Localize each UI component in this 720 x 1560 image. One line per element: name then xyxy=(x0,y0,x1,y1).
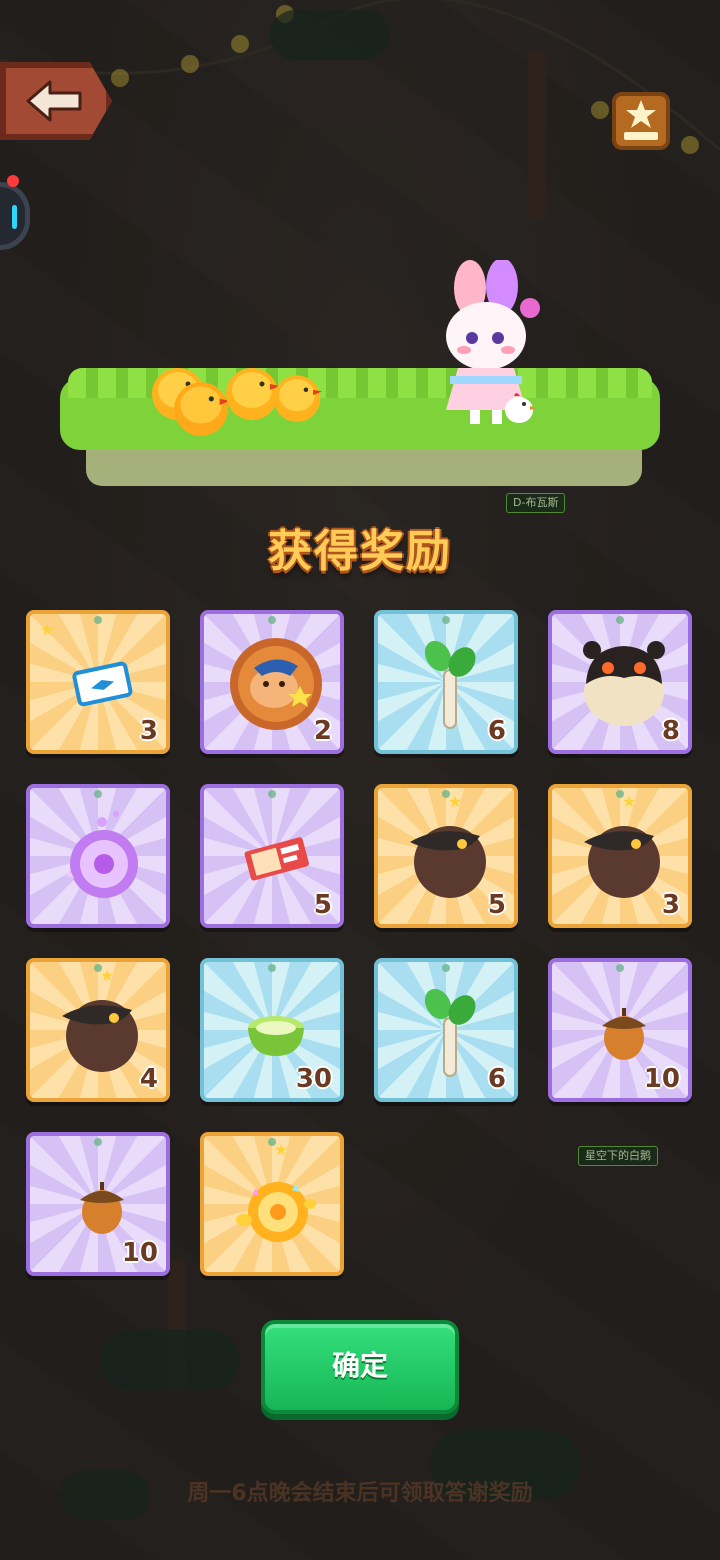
reward-count: 10 xyxy=(643,1064,680,1094)
beast-egg-icon xyxy=(583,641,665,726)
chick-icon xyxy=(174,382,230,436)
footer-note: 周一6点晚会结束后可领取答谢奖励 xyxy=(187,1481,533,1506)
reward-card: 10 xyxy=(26,1132,170,1276)
reward-count: 30 xyxy=(295,1064,332,1094)
chick-icon xyxy=(273,375,322,422)
bear-coin-icon xyxy=(230,638,322,730)
reward-card: 5 xyxy=(200,784,344,928)
reward-card: 6 xyxy=(374,958,518,1102)
reward-card: ★ 4 xyxy=(26,958,170,1102)
reward-count: 3 xyxy=(139,716,158,746)
indicator-bar-icon xyxy=(12,205,17,229)
reward-card: 6 xyxy=(374,610,518,754)
golden-orb-icon xyxy=(236,1182,316,1242)
reward-card: ★ 5 xyxy=(374,784,518,928)
stage-base xyxy=(86,444,642,486)
reward-card: 2 xyxy=(200,610,344,754)
white-bird-icon xyxy=(505,393,536,423)
reward-card: ★ 3 xyxy=(26,610,170,754)
reward-grid: ★ 3 2 6 8 5 ★ 5 ★ 3 ★ 4 30 6 10 10 ★ xyxy=(26,610,696,1280)
crow-egg-icon xyxy=(410,826,486,898)
ticket-icon xyxy=(72,661,133,707)
reward-count: 3 xyxy=(661,890,680,920)
coupon-icon xyxy=(244,837,309,881)
sapling-icon xyxy=(424,640,476,729)
reward-count: 5 xyxy=(313,890,332,920)
reward-count: 6 xyxy=(487,1064,506,1094)
reward-card: ★ 3 xyxy=(548,784,692,928)
reward-count: 2 xyxy=(313,716,332,746)
reward-card xyxy=(26,784,170,928)
leaderboard-button[interactable] xyxy=(612,92,670,150)
reward-card: ★ xyxy=(200,1132,344,1276)
reward-card: 30 xyxy=(200,958,344,1102)
confirm-button[interactable]: 确定 xyxy=(261,1320,459,1414)
reward-count: 10 xyxy=(121,1238,158,1268)
crow-egg-icon xyxy=(62,1000,138,1072)
arrow-left-icon xyxy=(26,80,82,122)
sapling-icon xyxy=(424,988,476,1077)
reward-card: 8 xyxy=(548,610,692,754)
star-podium-icon xyxy=(624,100,658,140)
back-button[interactable] xyxy=(0,62,112,140)
reward-title: 获得奖励 xyxy=(268,526,452,577)
reward-count: 8 xyxy=(661,716,680,746)
magic-orb-icon xyxy=(66,811,138,898)
reward-count: 4 xyxy=(139,1064,158,1094)
reward-count: 6 xyxy=(487,716,506,746)
reward-count: 5 xyxy=(487,890,506,920)
reward-card: 10 xyxy=(548,958,692,1102)
character-stage xyxy=(60,260,660,490)
notification-dot xyxy=(7,175,19,187)
crow-egg-icon xyxy=(584,826,660,898)
